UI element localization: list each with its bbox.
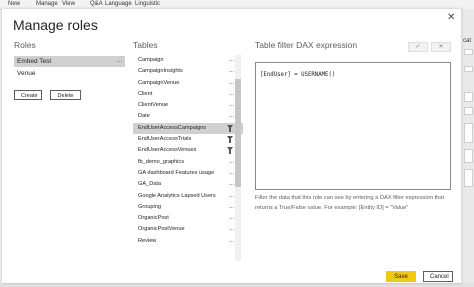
more-options-icon[interactable]: ... — [229, 66, 234, 77]
more-options-icon[interactable]: ... — [229, 236, 234, 247]
background-block — [464, 66, 473, 72]
cancel-button[interactable]: Cancel — [423, 271, 453, 282]
role-item-label: Embed Test — [17, 58, 52, 65]
table-list-item[interactable]: Review... — [133, 236, 243, 247]
tables-scrollbar-thumb[interactable] — [235, 79, 241, 187]
ribbon-tab-language[interactable]: Language — [105, 0, 132, 9]
table-list-item-label: Review — [138, 237, 157, 244]
more-options-icon[interactable]: ... — [229, 224, 234, 235]
background-panel-label: cat — [463, 38, 472, 44]
more-options-icon[interactable]: ... — [229, 168, 234, 179]
more-options-icon[interactable]: ... — [229, 111, 234, 122]
background-block — [464, 169, 473, 187]
more-options-icon[interactable]: ... — [117, 56, 122, 67]
background-block — [464, 123, 473, 143]
cancel-icon: ✕ — [438, 44, 444, 50]
table-list-item-label: Grouping — [138, 203, 162, 210]
table-list-item[interactable]: CampaignVenue... — [133, 78, 243, 89]
role-item-label: Venue — [17, 70, 36, 77]
role-item-embed-test[interactable]: Embed Test ... — [14, 56, 125, 67]
ribbon-tab-qa[interactable]: Q&A — [90, 0, 103, 9]
table-list-item-label: OrganicPost — [138, 215, 169, 222]
tables-heading: Tables — [133, 40, 158, 50]
tables-list: Campaign... CampaignInsights... CampaignVe… — [133, 55, 243, 261]
table-list-item[interactable]: EndUserAccessTrials — [133, 134, 243, 145]
more-options-icon[interactable]: ... — [229, 89, 234, 100]
table-list-item-label: Campaign — [138, 57, 164, 63]
dialog-title: Manage roles — [13, 17, 98, 33]
more-options-icon[interactable]: ... — [229, 100, 234, 111]
ribbon-tab-linguistic[interactable]: Linguistic — [135, 0, 160, 9]
more-options-icon[interactable]: ... — [229, 213, 234, 224]
more-options-icon[interactable]: ... — [229, 202, 234, 213]
save-button[interactable]: Save — [386, 271, 416, 282]
table-list-item[interactable]: Grouping... — [133, 202, 243, 213]
background-block — [464, 92, 473, 102]
table-list-item[interactable]: ClientVenue... — [133, 100, 243, 111]
table-list-item[interactable]: GA_Data... — [133, 179, 243, 190]
dax-expression-text[interactable]: [EndUser] = USERNAME() — [260, 72, 335, 78]
table-list-item-label: fb_demo_graphics — [138, 158, 185, 165]
ribbon-tab-new[interactable]: New — [8, 0, 20, 9]
table-list-item-label: Google Analytics Lapsed Users — [138, 192, 216, 199]
table-list-item-label: ClientVenue — [138, 102, 169, 109]
table-list-item-label: EndUserAccessVenues — [138, 147, 197, 154]
more-options-icon[interactable]: ... — [229, 179, 234, 190]
filter-icon — [227, 136, 233, 144]
table-list-item-label: OrganicPostVenue — [138, 226, 185, 233]
dax-heading: Table filter DAX expression — [255, 40, 358, 50]
table-list-item[interactable]: Campaign... — [133, 55, 243, 66]
table-list-item[interactable]: GA dashboard Features usage... — [133, 168, 243, 179]
background-block — [464, 49, 473, 55]
dax-expression-editor[interactable] — [255, 62, 451, 190]
table-list-item[interactable]: EndUserAccessVenues — [133, 145, 243, 156]
ribbon-tab-view[interactable]: View — [62, 0, 75, 9]
table-list-item-label: CampaignVenue — [138, 79, 180, 86]
dax-help-text: Filter the data that this role can see b… — [255, 195, 445, 211]
table-list-item-label: Client — [138, 90, 153, 97]
table-list-item[interactable]: OrganicPostVenue... — [133, 224, 243, 235]
table-list-item[interactable]: Date... — [133, 111, 243, 122]
more-options-icon[interactable]: ... — [229, 191, 234, 202]
more-options-icon[interactable]: ... — [229, 55, 234, 66]
more-options-icon[interactable]: ... — [229, 157, 234, 168]
ribbon-tab-manage[interactable]: Manage — [36, 0, 58, 9]
table-list-item[interactable]: CampaignInsights... — [133, 66, 243, 77]
table-list-item[interactable]: Client... — [133, 89, 243, 100]
dax-cancel-button[interactable]: ✕ — [431, 42, 451, 52]
check-icon: ✓ — [415, 44, 421, 50]
table-list-item-label: GA dashboard Features usage — [138, 169, 215, 176]
table-list-item[interactable]: OrganicPost... — [133, 213, 243, 224]
delete-role-button[interactable]: Delete — [50, 90, 81, 100]
table-list-item-label: EndUserAccessTrials — [138, 136, 192, 143]
table-list-item-label: Date — [138, 113, 150, 120]
more-options-icon[interactable]: ... — [229, 78, 234, 89]
create-role-button[interactable]: Create — [14, 90, 42, 100]
background-strip — [0, 283, 474, 287]
filter-icon — [227, 124, 233, 132]
roles-heading: Roles — [14, 40, 36, 50]
table-list-item-label: EndUserAccessCampaigns — [138, 124, 207, 131]
table-list-item[interactable]: fb_demo_graphics... — [133, 157, 243, 168]
filter-icon — [227, 147, 233, 155]
table-list-item-label: GA_Data — [138, 181, 162, 188]
role-item-venue[interactable]: Venue — [14, 68, 125, 79]
close-icon[interactable]: ✕ — [447, 13, 455, 23]
table-list-item-label: CampaignInsights — [138, 68, 183, 75]
manage-roles-dialog: ✕ Manage roles Roles Embed Test ... Venu… — [2, 9, 461, 283]
background-panel: cat — [462, 9, 474, 287]
dax-check-button[interactable]: ✓ — [408, 42, 428, 52]
background-block — [464, 107, 473, 115]
table-list-item[interactable]: Google Analytics Lapsed Users... — [133, 191, 243, 202]
background-block — [464, 149, 473, 163]
table-list-item[interactable]: EndUserAccessCampaigns — [133, 122, 243, 135]
